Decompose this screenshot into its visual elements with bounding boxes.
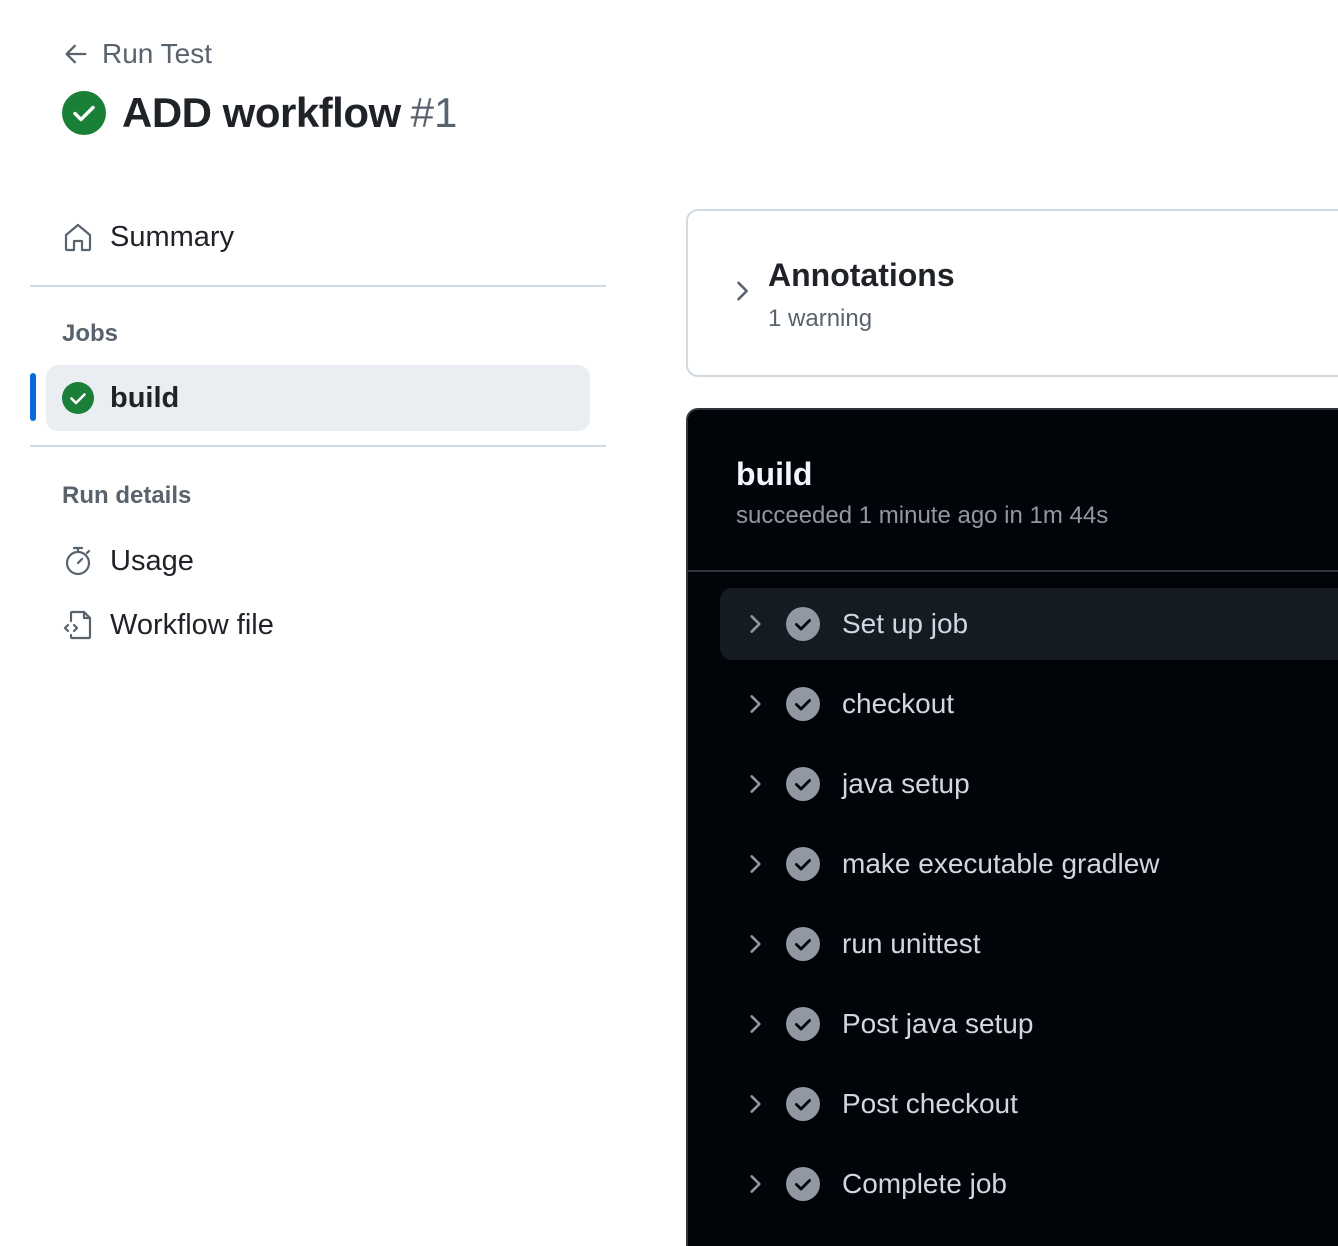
file-code-icon bbox=[63, 610, 92, 640]
job-step[interactable]: run unittest bbox=[720, 908, 1338, 980]
sidebar: Summary Jobs build Run details Usage Wor… bbox=[30, 205, 606, 657]
back-link[interactable]: Run Test bbox=[62, 36, 212, 72]
back-link-label: Run Test bbox=[102, 38, 212, 69]
chevron-right-icon bbox=[750, 775, 761, 793]
job-log-panel: build succeeded 1 minute ago in 1m 44s S… bbox=[686, 408, 1338, 1246]
success-check-icon bbox=[62, 91, 106, 135]
chevron-right-icon bbox=[750, 935, 761, 953]
chevron-right-icon[interactable] bbox=[728, 277, 756, 305]
page-title-row: ADD workflow #1 bbox=[62, 88, 457, 138]
step-label: Post checkout bbox=[842, 1088, 1018, 1119]
chevron-right-icon bbox=[750, 1015, 761, 1033]
sidebar-item-label: Usage bbox=[110, 544, 194, 577]
job-step[interactable]: Post checkout bbox=[720, 1068, 1338, 1140]
run-number: #1 bbox=[410, 89, 458, 136]
arrow-left-icon bbox=[65, 44, 87, 64]
home-icon bbox=[64, 223, 92, 252]
job-step[interactable]: Post java setup bbox=[720, 988, 1338, 1060]
step-label: Post java setup bbox=[842, 1008, 1034, 1039]
step-success-icon bbox=[786, 1087, 820, 1121]
job-step[interactable]: Set up job bbox=[720, 588, 1338, 660]
chevron-right-icon bbox=[750, 695, 761, 713]
jobs-heading: Jobs bbox=[62, 320, 119, 347]
job-step[interactable]: java setup bbox=[720, 748, 1338, 820]
job-status-text: succeeded 1 minute ago in 1m 44s bbox=[736, 502, 1109, 529]
step-label: Complete job bbox=[842, 1168, 1007, 1199]
success-check-icon bbox=[62, 382, 94, 414]
sidebar-item-workflow-file[interactable]: Workflow file bbox=[30, 593, 606, 657]
chevron-right-icon bbox=[750, 1095, 761, 1113]
chevron-right-icon bbox=[750, 615, 761, 633]
job-log-header: build succeeded 1 minute ago in 1m 44s bbox=[688, 410, 1338, 572]
step-list: Set up job checkout java setup make executa… bbox=[688, 572, 1338, 1220]
page-title: ADD workflow bbox=[122, 89, 401, 136]
chevron-right-icon bbox=[750, 1175, 761, 1193]
step-success-icon bbox=[786, 687, 820, 721]
step-success-icon bbox=[786, 847, 820, 881]
stopwatch-icon bbox=[65, 546, 91, 576]
sidebar-item-label: Workflow file bbox=[110, 608, 274, 641]
job-step[interactable]: checkout bbox=[720, 668, 1338, 740]
step-label: make executable gradlew bbox=[842, 848, 1160, 879]
sidebar-item-label: build bbox=[110, 381, 180, 414]
sidebar-item-summary[interactable]: Summary bbox=[30, 205, 606, 269]
annotations-card[interactable]: Annotations 1 warning bbox=[686, 209, 1338, 377]
job-step[interactable]: make executable gradlew bbox=[720, 828, 1338, 900]
job-title: build bbox=[736, 456, 813, 492]
chevron-right-icon bbox=[750, 855, 761, 873]
active-indicator bbox=[30, 373, 36, 421]
step-success-icon bbox=[786, 1167, 820, 1201]
annotations-title: Annotations bbox=[768, 257, 955, 293]
annotations-summary: 1 warning bbox=[768, 305, 873, 332]
step-label: java setup bbox=[842, 768, 970, 799]
workflow-run-page: Run Test ADD workflow #1 Summary Jobs bu… bbox=[0, 0, 1338, 1246]
step-success-icon bbox=[786, 1007, 820, 1041]
run-details-heading: Run details bbox=[62, 482, 192, 509]
step-success-icon bbox=[786, 607, 820, 641]
step-success-icon bbox=[786, 927, 820, 961]
step-label: run unittest bbox=[842, 928, 981, 959]
job-step[interactable]: Complete job bbox=[720, 1148, 1338, 1220]
sidebar-item-build-job[interactable]: build bbox=[46, 365, 590, 431]
step-label: Set up job bbox=[842, 608, 969, 639]
sidebar-item-usage[interactable]: Usage bbox=[30, 529, 606, 593]
step-success-icon bbox=[786, 767, 820, 801]
step-label: checkout bbox=[842, 688, 955, 719]
sidebar-item-label: Summary bbox=[110, 220, 235, 253]
